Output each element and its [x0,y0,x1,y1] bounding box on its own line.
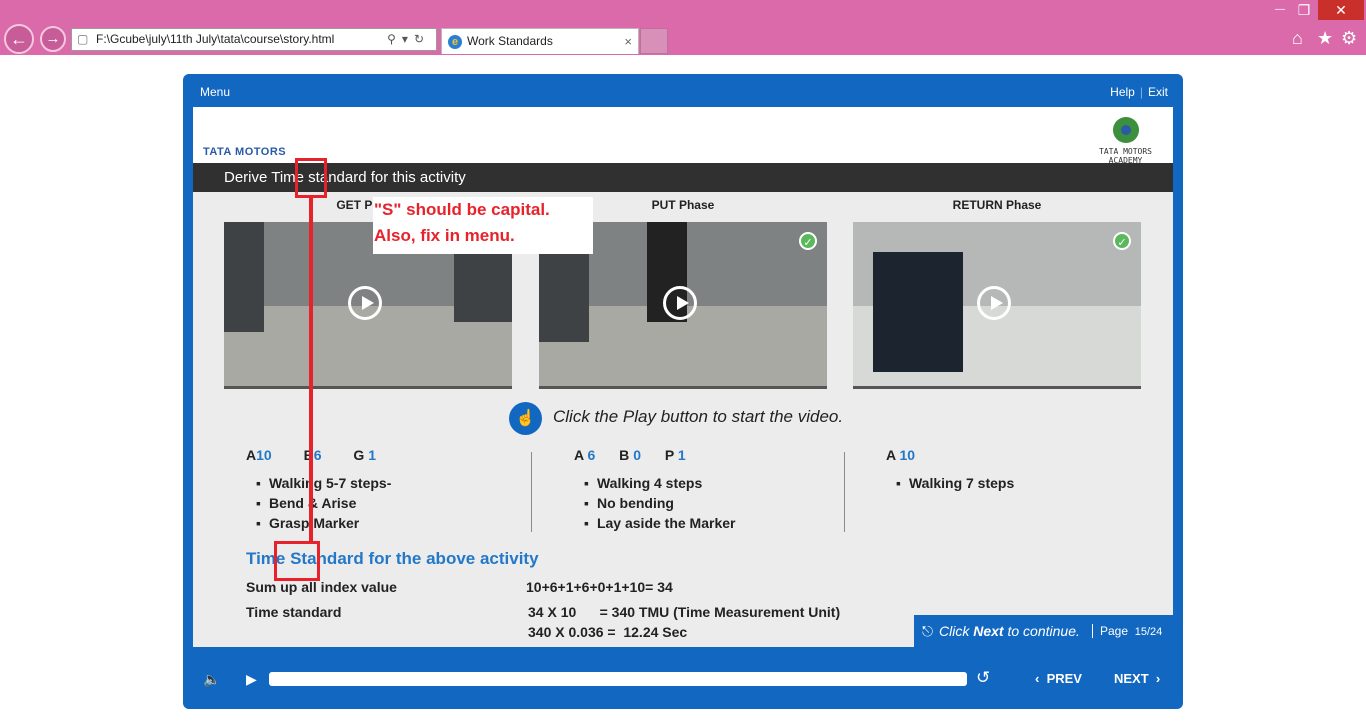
settings-gear-icon[interactable]: ⚙ [1341,28,1357,49]
slide-title: Derive Time standard for this activity [224,169,466,186]
index-value: 10 [899,447,916,463]
hint-suffix: to continue. [1003,623,1080,639]
column-divider [844,452,845,532]
hint-next-word: Next [973,623,1004,639]
ie-icon: e [448,35,462,49]
index-values-return: A 10 [886,447,915,463]
index-value: 6 [587,447,596,463]
address-bar[interactable]: ▢ F:\Gcube\july\11th July\tata\course\st… [71,28,437,51]
video-return[interactable]: ✓ [853,222,1141,389]
forward-button[interactable]: → [40,26,66,52]
hint-divider [1092,624,1093,638]
next-button[interactable]: NEXT › [1114,671,1160,686]
help-exit-links: Help | Exit [1110,85,1168,99]
prev-label: PREV [1046,671,1082,686]
new-tab-button[interactable] [640,28,668,54]
list-item: Walking 4 steps [584,475,735,495]
favorites-star-icon[interactable]: ★ [1317,28,1333,49]
list-item: Bend & Arise [256,495,391,515]
next-hint-text: Click Next to continue. [939,615,1080,647]
slide-header: TATA MOTORS TATA MOTORS ACADEMY [193,107,1173,165]
index-values-put: A 6 B 0 P 1 [574,447,686,463]
page-icon: ▢ [77,32,89,46]
annotation-line-2: Also, fix in menu. [374,226,515,245]
index-value: 1 [677,447,686,463]
menu-link[interactable]: Menu [200,85,230,99]
video-person [873,252,963,372]
completed-check-icon: ✓ [1113,232,1131,250]
slide-area: TATA MOTORS TATA MOTORS ACADEMY Derive T… [193,107,1173,647]
index-value: 6 [313,447,322,463]
slide-title-bar: Derive Time standard for this activity [193,163,1173,192]
mouse-icon: ⎋ [922,623,934,639]
play-icon[interactable] [663,286,697,320]
video-wall [224,222,264,332]
academy-emblem-icon [1112,117,1139,143]
replay-icon[interactable]: ↺ [976,668,990,688]
instruction-text: Click the Play button to start the video… [553,407,844,426]
index-letter: P [664,447,674,463]
time-standard-calc-2: 340 X 0.036 = 12.24 Sec [528,624,688,640]
page-label: Page [1100,624,1129,638]
volume-icon[interactable]: 🔈 [203,671,220,688]
annotation-line-1: "S" should be capital. [374,200,550,219]
column-divider [531,452,532,532]
bullet-list-get: Walking 5-7 steps- Bend & Arise Grasp Ma… [256,475,391,535]
sum-value: 10+6+1+6+0+1+10= 34 [526,579,673,595]
index-letter: G [353,447,365,463]
bullet-list-put: Walking 4 steps No bending Lay aside the… [584,475,736,535]
index-letter: A [246,447,257,463]
player-controls: 🔈 ▶ ↺ ‹ PREV NEXT › [183,647,1183,709]
help-link[interactable]: Help [1110,85,1135,99]
play-icon[interactable] [977,286,1011,320]
annotation-box-title [295,158,327,198]
time-standard-calc-1: 34 X 10 = 340 TMU (Time Measurement Unit… [528,604,841,620]
annotation-connector [309,198,313,541]
address-text: F:\Gcube\july\11th July\tata\course\stor… [96,32,335,46]
search-icon[interactable]: ⚲▾↻ [387,29,430,50]
annotation-note: "S" should be capital. Also, fix in menu… [373,197,593,254]
course-player: Menu Help | Exit TATA MOTORS TATA MOTORS A… [183,74,1183,709]
completed-check-icon: ✓ [799,232,817,250]
exit-link[interactable]: Exit [1148,85,1168,99]
next-hint-bar: ⎋ Click Next to continue. Page 15/24 [914,615,1173,647]
index-letter: A [886,447,896,463]
play-icon[interactable] [348,286,382,320]
index-value: 1 [368,447,376,463]
tab-title: Work Standards [467,34,553,48]
link-separator: | [1139,85,1143,99]
list-item: No bending [584,495,735,515]
restore-button[interactable]: ❐ [1290,0,1318,20]
index-value: 0 [633,447,641,463]
prev-button[interactable]: ‹ PREV [1035,671,1082,686]
list-item: Lay aside the Marker [584,515,736,535]
tab-close-icon[interactable]: × [624,29,632,54]
academy-logo: TATA MOTORS ACADEMY [1088,117,1163,165]
progress-bar[interactable] [269,672,967,686]
tata-motors-logo: TATA MOTORS [203,146,287,158]
bullet-list-return: Walking 7 steps [896,475,1014,495]
index-value: 10 [256,447,272,463]
next-label: NEXT [1114,671,1149,686]
play-pause-icon[interactable]: ▶ [246,671,257,688]
list-item: Grasp Marker [256,515,391,535]
back-button[interactable]: ← [4,24,34,54]
list-item: Walking 5-7 steps- [256,475,391,495]
close-window-button[interactable]: ✕ [1318,0,1364,20]
hand-pointer-icon: ☝ [509,402,542,435]
time-standard-label: Time standard [246,604,342,620]
annotation-box-heading [274,541,320,581]
sum-label: Sum up all index value [246,579,397,595]
home-icon[interactable]: ⌂ [1292,28,1303,49]
page-indicator: Page 15/24 [1100,615,1162,647]
browser-chrome: ← → ▢ F:\Gcube\july\11th July\tata\cours… [0,0,1366,55]
list-item: Walking 7 steps [896,475,1014,495]
hint-prefix: Click [939,623,974,639]
index-letter: B [619,447,630,463]
player-topbar: Menu Help | Exit [183,74,1183,108]
page-value: 15/24 [1134,626,1163,638]
browser-tab[interactable]: e Work Standards × [441,28,639,54]
index-letter: A [574,447,584,463]
phase-label-return: RETURN Phase [952,198,1042,212]
